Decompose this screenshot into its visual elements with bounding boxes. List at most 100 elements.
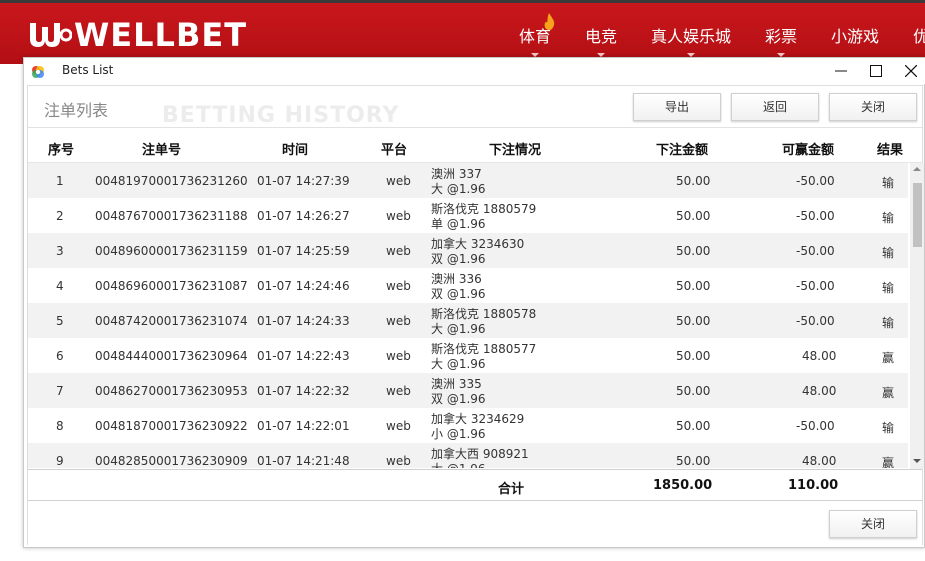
nav-item-promotions[interactable]: 优 bbox=[913, 23, 925, 47]
table-scrollbar[interactable] bbox=[910, 163, 924, 469]
cell-win: -50.00 bbox=[796, 244, 835, 258]
cell-no: 4 bbox=[56, 279, 64, 293]
export-button[interactable]: 导出 bbox=[633, 93, 721, 121]
cell-no: 2 bbox=[56, 209, 64, 223]
cell-time: 01-07 14:22:32 bbox=[257, 384, 350, 398]
cell-bet-pick: 大 @1.96 bbox=[431, 182, 486, 196]
close-button[interactable]: 关闭 bbox=[829, 93, 917, 121]
table-row[interactable]: 9 00482850001736230909 01-07 14:21:48 we… bbox=[28, 443, 908, 468]
nav-item-lottery[interactable]: 彩票 bbox=[765, 23, 797, 57]
total-win-amount: 110.00 bbox=[788, 478, 839, 493]
page-title-watermark: BETTING HISTORY bbox=[162, 103, 400, 128]
table-body[interactable]: 1 00481970001736231260 01-07 14:27:39 we… bbox=[28, 163, 908, 468]
scrollbar-thumb[interactable] bbox=[913, 183, 922, 247]
cell-bet-id: 00486270001736230953 bbox=[95, 384, 248, 398]
cell-win: 48.00 bbox=[802, 349, 837, 363]
cell-time: 01-07 14:22:43 bbox=[257, 349, 350, 363]
minimize-button[interactable] bbox=[824, 60, 858, 82]
cell-amount: 50.00 bbox=[676, 349, 711, 363]
app-icon bbox=[32, 66, 44, 78]
cell-amount: 50.00 bbox=[676, 244, 711, 258]
nav-item-esports[interactable]: 电竞 bbox=[585, 23, 617, 57]
table-row[interactable]: 7 00486270001736230953 01-07 14:22:32 we… bbox=[28, 373, 908, 408]
cell-amount: 50.00 bbox=[676, 279, 711, 293]
minimize-icon bbox=[835, 70, 847, 72]
bets-list-window: Bets List 注单列表 BETTING HISTORY 导出 返回 关闭 … bbox=[23, 57, 925, 548]
cell-amount: 50.00 bbox=[676, 454, 711, 468]
cell-result: 输 bbox=[882, 316, 895, 330]
cell-platform: web bbox=[386, 244, 411, 258]
header-win-amount: 可赢金额 bbox=[782, 143, 835, 158]
cell-win: 48.00 bbox=[802, 384, 837, 398]
table-row[interactable]: 4 00486960001736231087 01-07 14:24:46 we… bbox=[28, 268, 908, 303]
total-bet-amount: 1850.00 bbox=[653, 478, 713, 493]
cell-result: 输 bbox=[882, 246, 895, 260]
cell-result: 赢 bbox=[882, 386, 895, 400]
cell-bet-id: 00486960001736231087 bbox=[95, 279, 248, 293]
maximize-button[interactable] bbox=[859, 60, 893, 82]
cell-platform: web bbox=[386, 209, 411, 223]
nav-item-sports[interactable]: 体育 bbox=[519, 23, 551, 57]
header-bet-details: 下注情况 bbox=[489, 143, 542, 158]
cell-bet-id: 00481870001736230922 bbox=[95, 419, 248, 433]
nav-item-mini-games[interactable]: 小游戏 bbox=[831, 23, 879, 47]
cell-bet-pick: 双 @1.96 bbox=[431, 392, 486, 406]
cell-amount: 50.00 bbox=[676, 384, 711, 398]
cell-bet-id: 00487420001736231074 bbox=[95, 314, 248, 328]
header-result: 结果 bbox=[877, 143, 904, 158]
nav-item-live-casino[interactable]: 真人娱乐城 bbox=[651, 23, 731, 57]
cell-result: 输 bbox=[882, 421, 895, 435]
scroll-down-icon[interactable] bbox=[913, 459, 921, 463]
cell-platform: web bbox=[386, 419, 411, 433]
cell-result: 赢 bbox=[882, 351, 895, 365]
cell-platform: web bbox=[386, 349, 411, 363]
cell-amount: 50.00 bbox=[676, 314, 711, 328]
maximize-icon bbox=[870, 65, 882, 77]
cell-amount: 50.00 bbox=[676, 419, 711, 433]
header-bet-id: 注单号 bbox=[142, 143, 182, 158]
cell-result: 输 bbox=[882, 281, 895, 295]
scroll-up-icon[interactable] bbox=[913, 167, 921, 171]
table-row[interactable]: 3 00489600001736231159 01-07 14:25:59 we… bbox=[28, 233, 908, 268]
close-icon bbox=[905, 65, 917, 77]
cell-no: 7 bbox=[56, 384, 64, 398]
table-row[interactable]: 1 00481970001736231260 01-07 14:27:39 we… bbox=[28, 163, 908, 198]
cell-bet-pick: 双 @1.96 bbox=[431, 287, 486, 301]
cell-result: 输 bbox=[882, 176, 895, 190]
cell-bet-id: 00489600001736231159 bbox=[95, 244, 248, 258]
cell-result: 赢 bbox=[882, 456, 895, 468]
cell-result: 输 bbox=[882, 211, 895, 225]
cell-platform: web bbox=[386, 279, 411, 293]
cell-amount: 50.00 bbox=[676, 174, 711, 188]
cell-win: -50.00 bbox=[796, 209, 835, 223]
table-row[interactable]: 5 00487420001736231074 01-07 14:24:33 we… bbox=[28, 303, 908, 338]
back-button[interactable]: 返回 bbox=[731, 93, 819, 121]
table-row[interactable]: 6 00484440001736230964 01-07 14:22:43 we… bbox=[28, 338, 908, 373]
cell-time: 01-07 14:24:33 bbox=[257, 314, 350, 328]
site-header: WELLBET 体育 电竞 真人娱乐城 彩票 小游戏 优 bbox=[0, 0, 925, 64]
cell-no: 3 bbox=[56, 244, 64, 258]
cell-bet-id: 00482850001736230909 bbox=[95, 454, 248, 468]
cell-time: 01-07 14:26:27 bbox=[257, 209, 350, 223]
cell-win: 48.00 bbox=[802, 454, 837, 468]
header-no: 序号 bbox=[48, 143, 75, 158]
dialog-footer: 关闭 bbox=[28, 502, 922, 546]
header-bet-amount: 下注金额 bbox=[656, 143, 709, 158]
cell-no: 8 bbox=[56, 419, 64, 433]
window-titlebar[interactable]: Bets List bbox=[24, 58, 925, 84]
table-row[interactable]: 8 00481870001736230922 01-07 14:22:01 we… bbox=[28, 408, 908, 443]
cell-no: 6 bbox=[56, 349, 64, 363]
cell-platform: web bbox=[386, 314, 411, 328]
cell-win: -50.00 bbox=[796, 314, 835, 328]
cell-time: 01-07 14:21:48 bbox=[257, 454, 350, 468]
cell-platform: web bbox=[386, 384, 411, 398]
page-title: 注单列表 bbox=[44, 101, 109, 120]
cell-bet-id: 00484440001736230964 bbox=[95, 349, 248, 363]
cell-platform: web bbox=[386, 454, 411, 468]
cell-win: -50.00 bbox=[796, 279, 835, 293]
cell-no: 1 bbox=[56, 174, 64, 188]
footer-close-button[interactable]: 关闭 bbox=[829, 510, 917, 538]
table-row[interactable]: 2 00487670001736231188 01-07 14:26:27 we… bbox=[28, 198, 908, 233]
window-close-button[interactable] bbox=[894, 60, 925, 82]
cell-bet-pick: 小 @1.96 bbox=[431, 427, 486, 441]
